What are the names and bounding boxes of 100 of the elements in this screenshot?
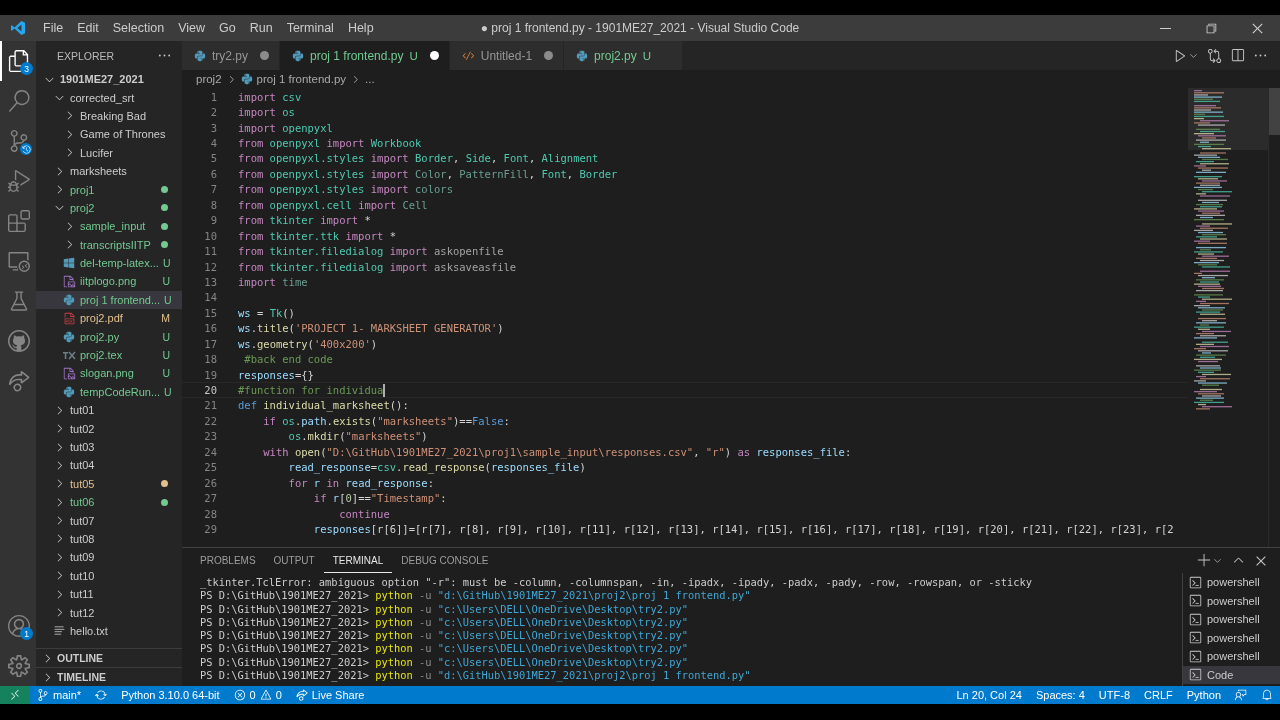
status-item[interactable]: UTF-8 — [1091, 686, 1137, 704]
code-line: import os — [238, 106, 295, 119]
tree-item[interactable]: iitplogo.png U — [36, 272, 182, 291]
tree-item[interactable]: tut10 — [36, 566, 182, 585]
tree-item[interactable]: proj2.tex U — [36, 345, 182, 365]
tree-item[interactable]: tut12 — [36, 603, 182, 622]
status-item[interactable]: Spaces: 4 — [1028, 686, 1092, 704]
image-icon — [62, 275, 76, 288]
python-icon — [63, 330, 75, 343]
tree-item[interactable]: tut02 — [36, 419, 182, 438]
line-number: 2 — [209, 106, 217, 119]
tree-item[interactable]: Breaking Bad — [36, 106, 182, 126]
code-line: def individual_marksheet(): — [238, 399, 409, 412]
terminal-line: PS D:\GitHub\1901ME27_2021> python -u "c:\Users\DELL\OneDrive\Desktop\try2.py" — [200, 615, 688, 630]
tree-item[interactable]: marksheets — [36, 161, 182, 181]
tree-item[interactable]: sample_input — [36, 217, 182, 236]
menu-item[interactable]: File — [36, 21, 71, 35]
new-terminal-button[interactable] — [1197, 553, 1223, 568]
tree-item[interactable]: proj2.py U — [36, 327, 182, 346]
breadcrumb-item[interactable]: proj 1 frontend.py — [256, 73, 347, 85]
compare-button[interactable] — [1207, 48, 1222, 63]
tree-item[interactable]: tut11 — [36, 584, 182, 604]
terminal-item[interactable]: powershell — [1183, 647, 1280, 666]
branch-icon — [37, 689, 49, 701]
window-title: ● proj 1 frontend.py - 1901ME27_2021 - Visual Studio Code — [480, 21, 800, 35]
code-line: from openpyxl.styles import colors — [238, 183, 453, 196]
menu-item[interactable]: Terminal — [279, 21, 341, 35]
extensions-icon — [8, 210, 30, 232]
live-share-icon — [295, 689, 308, 701]
editor-tab[interactable]: proj 1 frontend.py U — [280, 41, 450, 70]
tree-item[interactable]: proj 1 frontend... U — [36, 290, 182, 310]
tree-item[interactable]: tut06 — [36, 493, 182, 512]
breadcrumb-item[interactable]: proj2 — [196, 73, 222, 85]
editor-tab[interactable]: proj2.py U — [564, 41, 684, 70]
terminal-item[interactable]: powershell — [1183, 591, 1280, 610]
line-number: 20 — [203, 384, 217, 397]
account-button[interactable]: 1 — [0, 606, 36, 646]
menu-item[interactable]: Run — [242, 21, 280, 35]
menu-item[interactable]: Selection — [105, 21, 172, 35]
tree-item[interactable]: corrected_srt — [36, 88, 182, 107]
menu-item[interactable]: Help — [340, 21, 381, 35]
git-status-letter: U — [642, 49, 652, 62]
tree-item[interactable]: proj2 — [36, 198, 182, 218]
code-line: with open("D:\GitHub\1901ME27_2021\proj1\sample_input\responses.csv", "r") as responses_file: — [262, 445, 852, 458]
settings-icon — [8, 655, 30, 677]
tree-item[interactable]: tut01 — [36, 401, 182, 420]
minimize-icon — [1159, 27, 1171, 29]
breadcrumb-item[interactable]: ... — [365, 73, 375, 85]
tree-item[interactable]: 1901ME27_2021 — [36, 70, 182, 89]
tree-item[interactable]: hello.txt — [36, 621, 182, 641]
terminal-item[interactable]: Code — [1183, 665, 1280, 684]
line-number: 3 — [209, 121, 217, 134]
tree-item[interactable]: Game of Thrones — [36, 125, 182, 144]
status-item[interactable]: CRLF — [1137, 686, 1180, 704]
tree-item[interactable]: slogan.png U — [36, 364, 182, 383]
tree-item[interactable]: tut09 — [36, 548, 182, 567]
status-item[interactable]: Python 3.10.0 64-bit — [114, 686, 227, 704]
pdf-icon — [62, 311, 76, 325]
panel-tab[interactable]: TERMINAL — [323, 548, 393, 573]
branch-status[interactable]: main* — [30, 686, 89, 704]
status-item[interactable]: Ln 20, Col 24 — [949, 686, 1029, 704]
tree-item[interactable]: proj2.pdf M — [36, 309, 182, 328]
terminal-line: PS D:\GitHub\1901ME27_2021> python -u "d:\GitHub\1901ME27_2021\proj2\proj 1 frontend.py" — [200, 669, 751, 683]
panel-tab[interactable]: PROBLEMS — [191, 548, 265, 573]
terminal-icon — [1189, 612, 1202, 626]
split-editor-button[interactable] — [1230, 48, 1245, 63]
remote-button[interactable] — [0, 686, 30, 704]
editor-tab[interactable]: try2.py — [182, 41, 280, 70]
problems-status[interactable]: 0 0 — [226, 686, 289, 704]
status-item[interactable]: Python — [1179, 686, 1228, 704]
tree-item[interactable]: del-temp-latex... U — [36, 253, 182, 273]
menu-item[interactable]: Go — [212, 21, 243, 35]
liveshare-status[interactable]: Live Share — [288, 686, 372, 704]
panel-tab[interactable]: DEBUG CONSOLE — [392, 548, 498, 573]
tree-item[interactable]: tut03 — [36, 437, 182, 457]
tree-item[interactable]: tut08 — [36, 529, 182, 549]
panel-tab[interactable]: OUTPUT — [264, 548, 324, 573]
tree-item[interactable]: proj1 — [36, 180, 182, 199]
terminal-item[interactable]: powershell — [1183, 610, 1280, 629]
scrollbar-thumb[interactable] — [1269, 88, 1280, 135]
terminal-icon — [1189, 575, 1202, 589]
app-logo-icon — [10, 20, 26, 36]
tree-item[interactable]: tut07 — [36, 511, 182, 530]
git-status-letter: U — [162, 275, 170, 288]
menu-item[interactable]: Edit — [70, 21, 106, 35]
tree-item[interactable]: tut04 — [36, 456, 182, 475]
editor-tab[interactable]: Untitled-1 — [449, 41, 565, 70]
tree-item[interactable]: tut05 — [36, 474, 182, 493]
windows-icon — [63, 257, 75, 270]
tree-item[interactable]: Lucifer — [36, 143, 182, 162]
tree-item[interactable]: tempCodeRun... U — [36, 382, 182, 402]
menu-item[interactable]: View — [171, 21, 212, 35]
git-status-letter: U — [162, 367, 170, 380]
tree-item[interactable]: transcriptsIITP — [36, 235, 182, 254]
terminal-item[interactable]: powershell — [1183, 573, 1280, 592]
live-share-icon — [8, 370, 30, 392]
run-button[interactable] — [1173, 48, 1199, 63]
play-icon — [1173, 48, 1188, 63]
terminal-line: _tkinter.TclError: ambiguous option "-r": must be -column, -columnspan, -in, -ipadx, -ipady, -padx, -pady, -row, -rowspan, or -sticky — [200, 576, 1032, 590]
terminal-item[interactable]: powershell — [1183, 628, 1280, 647]
